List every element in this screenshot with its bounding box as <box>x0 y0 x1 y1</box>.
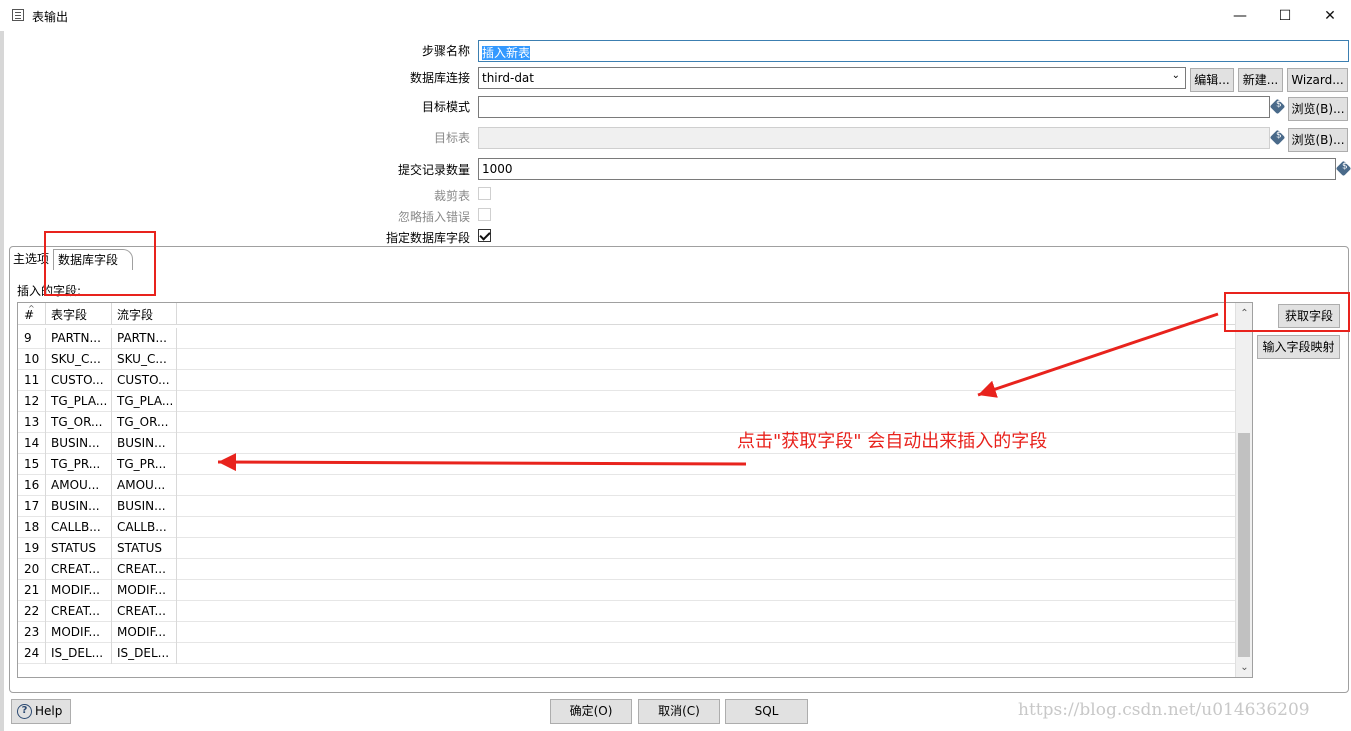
annotation-arrows <box>217 312 1219 472</box>
sql-button[interactable]: SQL <box>725 699 808 724</box>
cancel-button[interactable]: 取消(C) <box>638 699 720 724</box>
arrow-to-annotation <box>977 312 1219 398</box>
annotation-text: 点击"获取字段" 会自动出来插入的字段 <box>737 431 1048 452</box>
help-button[interactable]: ? Help <box>11 699 71 724</box>
help-icon: ? <box>17 704 32 719</box>
ok-button[interactable]: 确定(O) <box>550 699 632 724</box>
watermark: https://blog.csdn.net/u014636209 <box>1018 700 1310 720</box>
help-button-label: Help <box>35 704 63 718</box>
arrow-to-fields <box>217 453 747 472</box>
